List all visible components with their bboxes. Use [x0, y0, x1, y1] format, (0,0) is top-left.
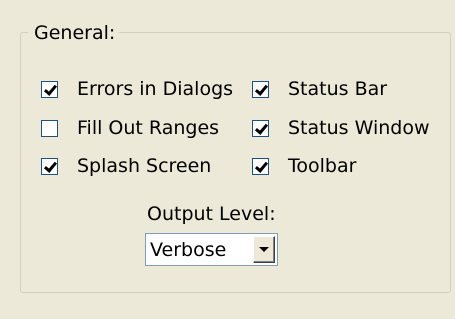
output-level-value: Verbose: [150, 238, 227, 261]
status-bar-checkbox[interactable]: [252, 80, 269, 98]
dropdown-button[interactable]: [253, 236, 275, 263]
status-bar-option[interactable]: Status Bar: [252, 78, 387, 100]
errors-in-dialogs-checkbox[interactable]: [41, 80, 58, 98]
general-group-title: General:: [28, 20, 120, 46]
status-window-option[interactable]: Status Window: [252, 117, 430, 139]
output-level-select[interactable]: Verbose: [145, 233, 278, 266]
status-bar-label: Status Bar: [288, 78, 388, 100]
fill-out-ranges-checkbox[interactable]: [41, 119, 58, 137]
errors-in-dialogs-label: Errors in Dialogs: [77, 78, 234, 100]
status-window-label: Status Window: [288, 117, 430, 139]
chevron-down-icon: [259, 247, 269, 252]
splash-screen-option[interactable]: Splash Screen: [41, 155, 211, 177]
fill-out-ranges-label: Fill Out Ranges: [77, 117, 220, 139]
splash-screen-checkbox[interactable]: [41, 157, 58, 175]
toolbar-option[interactable]: Toolbar: [252, 155, 356, 177]
toolbar-checkbox[interactable]: [252, 157, 269, 175]
toolbar-label: Toolbar: [288, 155, 357, 177]
status-window-checkbox[interactable]: [252, 119, 269, 137]
splash-screen-label: Splash Screen: [77, 155, 212, 177]
errors-in-dialogs-option[interactable]: Errors in Dialogs: [41, 78, 233, 100]
output-level-label: Output Level:: [147, 203, 276, 225]
fill-out-ranges-option[interactable]: Fill Out Ranges: [41, 117, 219, 139]
